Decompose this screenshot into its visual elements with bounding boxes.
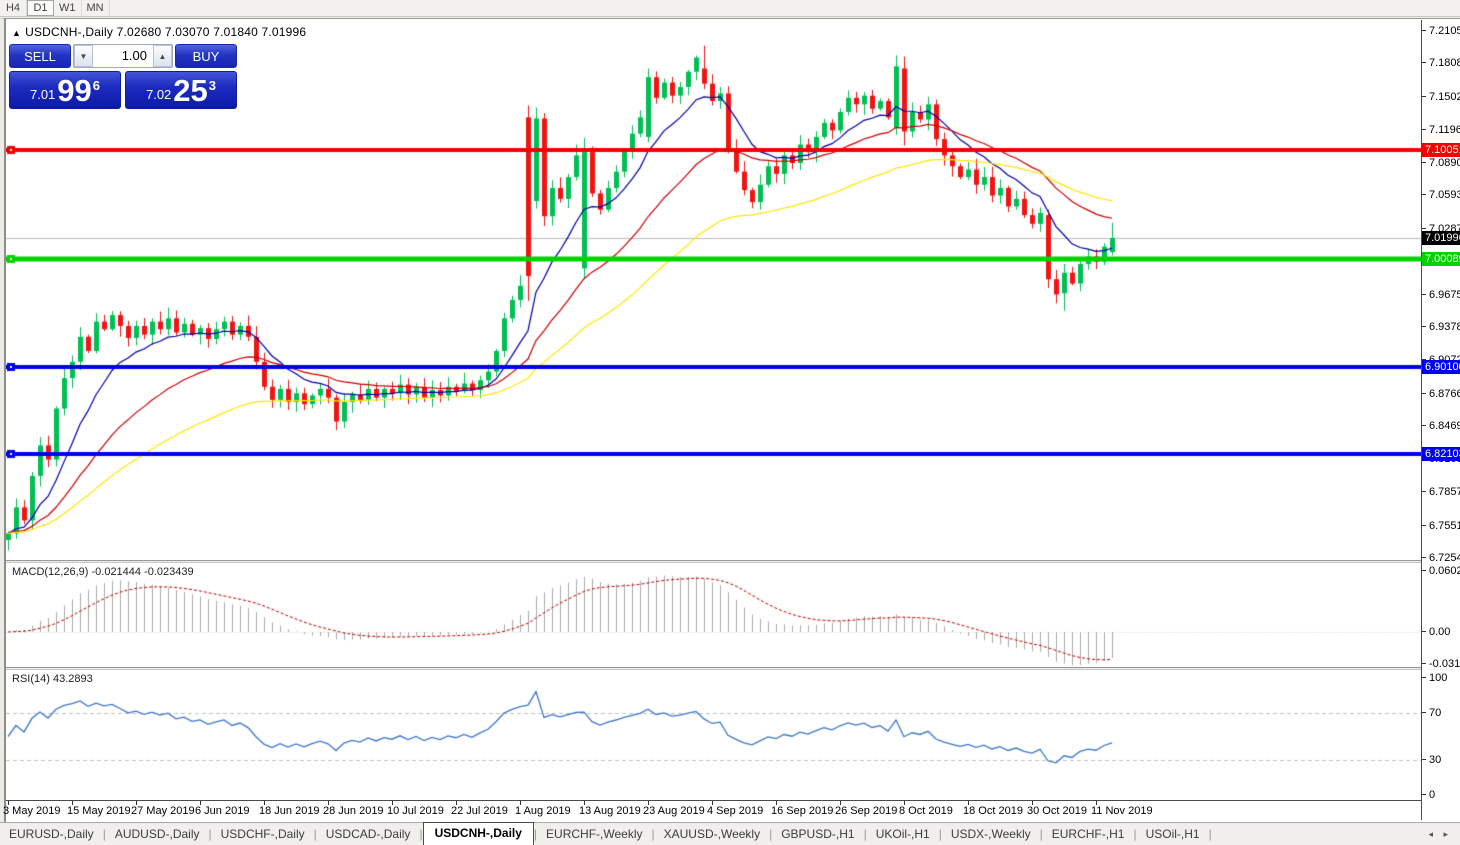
date-label: 1 Aug 2019 — [515, 805, 571, 817]
sell-price-big: 99 — [57, 76, 91, 106]
sell-price-prefix: 7.01 — [30, 87, 55, 102]
date-label: 28 Jun 2019 — [323, 805, 384, 817]
price-tick-label: 7.11960 — [1422, 124, 1460, 136]
trading-terminal: H4 D1 W1 MN ▲ USDCNH-,Daily 7.02680 7.030… — [0, 0, 1460, 845]
rsi-value: 43.2893 — [53, 673, 93, 685]
price-level-badge: 6.90100 — [1422, 360, 1460, 374]
symbol-tab-ukoil[interactable]: UKOil-,H1 — [867, 824, 939, 845]
buy-price-display[interactable]: 7.02 25 3 — [125, 71, 237, 109]
period-button-w1[interactable]: W1 — [54, 0, 82, 16]
symbol-tab-usdcnh[interactable]: USDCNH-,Daily — [423, 822, 534, 845]
date-label: 22 Jul 2019 — [451, 805, 508, 817]
macd-name: MACD(12,26,9) — [12, 566, 88, 578]
symbol-tab-usdx[interactable]: USDX-,Weekly — [942, 824, 1040, 845]
symbol-tab-audusd[interactable]: AUDUSD-,Daily — [106, 824, 209, 845]
rsi-tick-label: 0 — [1422, 789, 1460, 801]
price-tick-label: 7.18080 — [1422, 57, 1460, 69]
macd-pane-separator[interactable] — [6, 560, 1460, 563]
sell-button[interactable]: SELL — [9, 44, 71, 68]
price-tick-label: 6.87660 — [1422, 388, 1460, 400]
price-tick-label: 6.93780 — [1422, 321, 1460, 333]
date-label: 18 Jun 2019 — [259, 805, 320, 817]
chart-title: ▲ USDCNH-,Daily 7.02680 7.03070 7.01840 7… — [12, 25, 306, 39]
macd-pane-canvas[interactable] — [6, 563, 1421, 668]
rsi-tick-label: 70 — [1422, 707, 1460, 719]
date-label: 18 Oct 2019 — [963, 805, 1023, 817]
price-tick-label: 7.21050 — [1422, 25, 1460, 37]
rsi-pane-separator[interactable] — [6, 667, 1460, 670]
price-tick-label: 6.72540 — [1422, 552, 1460, 564]
volume-down-icon[interactable]: ▼ — [74, 45, 93, 67]
chart-region: ▲ USDCNH-,Daily 7.02680 7.03070 7.01840 7… — [6, 20, 1421, 800]
symbol-tab-eurchf[interactable]: EURCHF-,H1 — [1043, 824, 1134, 845]
symbol-tab-usdchf[interactable]: USDCHF-,Daily — [212, 824, 314, 845]
price-tick-label: 7.05930 — [1422, 189, 1460, 201]
date-label: 26 Sep 2019 — [835, 805, 897, 817]
rsi-tick-label: 100 — [1422, 672, 1460, 684]
symbol-tab-gbpusd[interactable]: GBPUSD-,H1 — [772, 824, 863, 845]
date-label: 10 Jul 2019 — [387, 805, 444, 817]
macd-indicator-label: MACD(12,26,9) -0.021444 -0.023439 — [12, 566, 194, 578]
sell-price-sup: 6 — [93, 74, 100, 93]
date-label: 11 Nov 2019 — [1091, 805, 1153, 817]
price-tick-label: 6.96750 — [1422, 289, 1460, 301]
buy-price-sup: 3 — [209, 74, 216, 93]
price-tick-label: 6.78570 — [1422, 486, 1460, 498]
buy-price-big: 25 — [173, 76, 207, 106]
tab-separator: | — [1209, 827, 1212, 845]
period-button-h4[interactable]: H4 — [0, 0, 27, 16]
date-label: 27 May 2019 — [131, 805, 195, 817]
macd-tick-label: 0.060273 — [1422, 565, 1460, 577]
macd-tick-label: -0.03172 — [1422, 658, 1460, 670]
date-label: 15 May 2019 — [67, 805, 131, 817]
price-tick-label: 7.15020 — [1422, 91, 1460, 103]
symbol-tab-usdcad[interactable]: USDCAD-,Daily — [317, 824, 420, 845]
date-label: 3 May 2019 — [3, 805, 60, 817]
chart-symbol-period: USDCNH-,Daily — [25, 25, 113, 39]
volume-up-icon[interactable]: ▲ — [153, 45, 172, 67]
volume-input[interactable]: 1.00 — [93, 45, 153, 67]
rsi-pane-canvas[interactable] — [6, 670, 1421, 800]
buy-price-prefix: 7.02 — [146, 87, 171, 102]
buy-button[interactable]: BUY — [175, 44, 237, 68]
price-tick-label: 6.75510 — [1422, 520, 1460, 532]
date-label: 23 Aug 2019 — [643, 805, 705, 817]
period-button-d1[interactable]: D1 — [27, 0, 54, 16]
rsi-name: RSI(14) — [12, 673, 50, 685]
period-button-mn[interactable]: MN — [82, 0, 110, 16]
tab-scroll-arrows[interactable]: ◂ ▸ — [1428, 829, 1460, 845]
date-label: 4 Sep 2019 — [707, 805, 763, 817]
price-axis[interactable]: 7.21050 7.18080 7.15020 7.11960 7.08900 7.059… — [1421, 20, 1460, 820]
symbol-tab-eurusd[interactable]: EURUSD-,Daily — [0, 824, 103, 845]
date-label: 13 Aug 2019 — [579, 805, 641, 817]
period-toolbar: H4 D1 W1 MN — [0, 0, 1460, 17]
chart-collapse-icon[interactable]: ▲ — [12, 28, 21, 38]
sell-price-display[interactable]: 7.01 99 6 — [9, 71, 121, 109]
price-tick-label: 6.84690 — [1422, 420, 1460, 432]
macd-tick-label: 0.00 — [1422, 626, 1460, 638]
price-tick-label: 7.08900 — [1422, 157, 1460, 169]
price-level-badge: 7.00089 — [1422, 252, 1460, 266]
macd-values: -0.021444 -0.023439 — [91, 566, 193, 578]
date-label: 16 Sep 2019 — [771, 805, 833, 817]
date-label: 30 Oct 2019 — [1027, 805, 1087, 817]
chart-ohlc-values: 7.02680 7.03070 7.01840 7.01996 — [117, 25, 307, 39]
price-level-badge: 7.01996 — [1422, 231, 1460, 245]
symbol-tab-xauusd[interactable]: XAUUSD-,Weekly — [655, 824, 769, 845]
symbol-tab-usoil[interactable]: USOil-,H1 — [1137, 824, 1209, 845]
one-click-trade-panel: SELL ▼ 1.00 ▲ BUY 7.01 99 6 7.02 25 3 — [9, 44, 237, 109]
price-level-badge: 6.82103 — [1422, 447, 1460, 461]
date-axis[interactable]: 3 May 2019 15 May 201927 May 20196 Jun 20… — [6, 800, 1421, 820]
symbol-tab-bar: EURUSD-,Daily|AUDUSD-,Daily|USDCHF-,Dail… — [0, 822, 1460, 845]
rsi-indicator-label: RSI(14) 43.2893 — [12, 673, 93, 685]
volume-stepper: ▼ 1.00 ▲ — [73, 44, 173, 68]
date-label: 8 Oct 2019 — [899, 805, 953, 817]
price-level-badge: 7.10051 — [1422, 143, 1460, 157]
date-label: 6 Jun 2019 — [195, 805, 249, 817]
rsi-tick-label: 30 — [1422, 754, 1460, 766]
symbol-tab-eurchf[interactable]: EURCHF-,Weekly — [537, 824, 651, 845]
